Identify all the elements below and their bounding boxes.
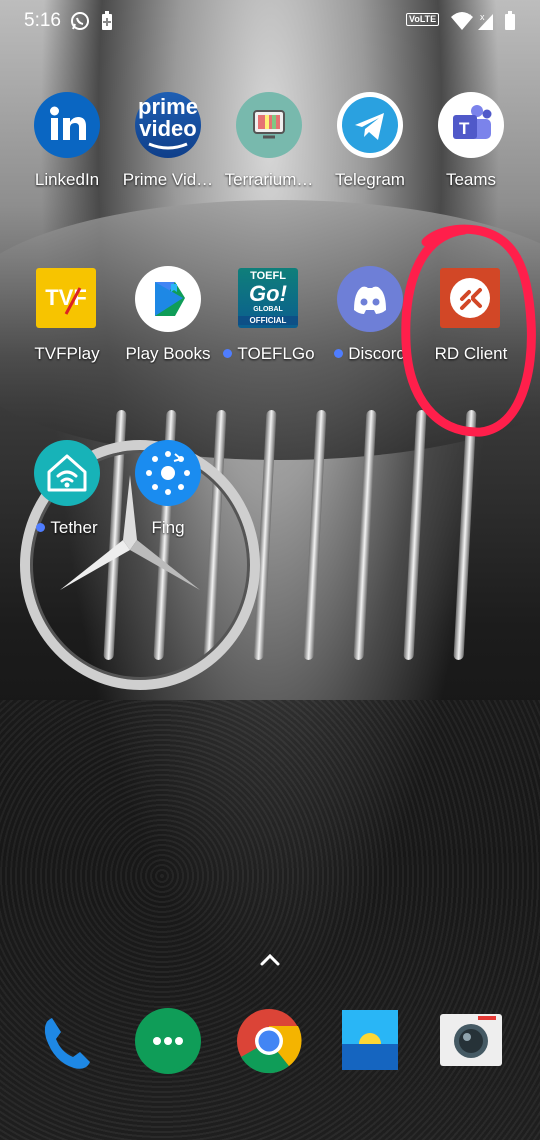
volte-badge: VoLTE	[406, 13, 440, 26]
app-label: Teams	[445, 170, 497, 189]
status-time: 5:16	[24, 10, 61, 31]
files-icon	[342, 1010, 398, 1070]
svg-text:T: T	[459, 119, 470, 138]
home-screen: 5:16 VoLTE x x LinkedIn prime video Prim…	[0, 0, 540, 1140]
svg-text:x: x	[467, 12, 471, 21]
linkedin-icon	[34, 92, 100, 158]
new-app-dot	[223, 349, 233, 358]
new-app-dot	[334, 349, 344, 358]
status-bar: 5:16 VoLTE x x	[0, 0, 540, 42]
whatsapp-icon	[71, 12, 89, 30]
phone-icon	[44, 1018, 90, 1069]
terrarium-tv-icon	[236, 92, 302, 158]
play-books-icon	[135, 266, 201, 332]
hangouts-icon	[135, 1008, 201, 1074]
prime-video-icon: prime video	[135, 92, 201, 158]
battery-saver-icon	[102, 11, 112, 30]
annotation-circle	[401, 224, 536, 437]
chrome-icon	[237, 1009, 302, 1074]
new-app-dot	[36, 523, 46, 532]
wifi-icon: x	[451, 12, 473, 30]
toeflgo-icon: TOEFL Go! GLOBAL OFFICIAL	[236, 266, 302, 332]
telegram-icon	[337, 92, 403, 158]
app-drawer-chevron-icon[interactable]	[258, 950, 282, 970]
app-label: Fing	[151, 518, 185, 537]
fing-icon	[135, 440, 201, 506]
discord-icon	[337, 266, 403, 332]
svg-text:x: x	[480, 12, 485, 22]
wallpaper-road	[0, 700, 540, 1140]
battery-icon	[505, 11, 515, 30]
camera-icon	[440, 1014, 502, 1066]
teams-icon: T	[438, 92, 504, 158]
signal-icon: x	[478, 12, 493, 30]
tvfplay-icon: TVF	[34, 266, 100, 332]
tether-icon	[34, 440, 100, 506]
